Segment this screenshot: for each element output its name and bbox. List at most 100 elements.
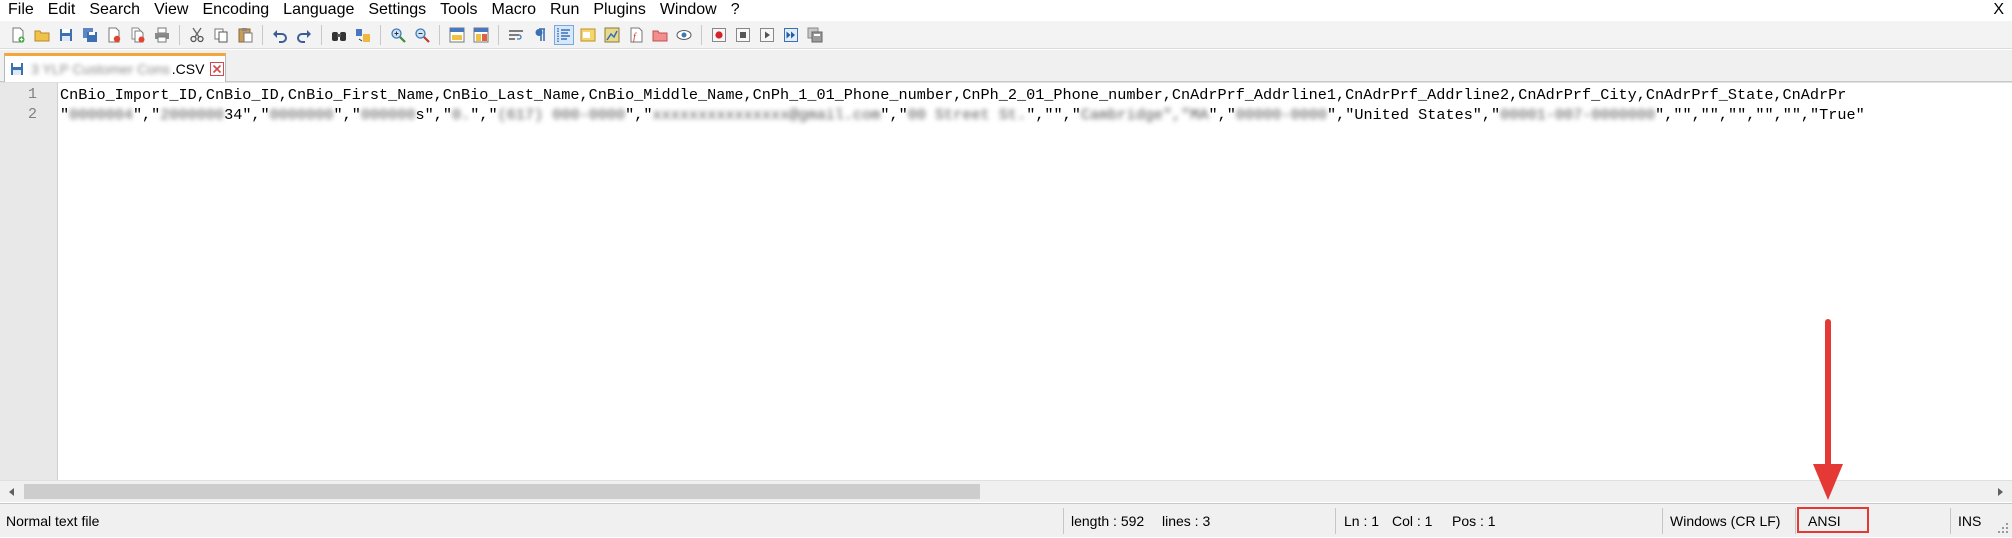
menu-bar: File Edit Search View Encoding Language …	[0, 0, 2012, 20]
text-line-1: CnBio_Import_ID,CnBio_ID,CnBio_First_Nam…	[60, 86, 1847, 104]
menu-encoding[interactable]: Encoding	[195, 0, 276, 20]
document-map-icon[interactable]	[602, 25, 622, 45]
menu-language[interactable]: Language	[276, 0, 361, 20]
menu-settings[interactable]: Settings	[361, 0, 433, 20]
menu-file[interactable]: File	[0, 0, 41, 20]
line-number: 2	[27, 106, 37, 123]
text-content[interactable]: CnBio_Import_ID,CnBio_ID,CnBio_First_Nam…	[60, 83, 2012, 481]
redacted-value: 0000004	[69, 106, 133, 124]
scroll-right-icon[interactable]	[1992, 484, 2008, 500]
status-length: length : 592	[1071, 513, 1145, 529]
cut-icon[interactable]	[187, 25, 207, 45]
tab-close-icon[interactable]	[210, 62, 225, 76]
menu-window[interactable]: Window	[653, 0, 724, 20]
status-divider	[1063, 508, 1064, 534]
toolbar-separator	[262, 24, 263, 45]
horizontal-scrollbar[interactable]	[0, 480, 2012, 502]
redacted-value: 00 Street St.	[907, 106, 1027, 124]
status-insert-mode[interactable]: INS	[1958, 504, 1981, 538]
csv-text-segment: ","","","","","","True"	[1655, 106, 1865, 124]
csv-text-segment: ","United States","	[1326, 106, 1501, 124]
play-macro-icon[interactable]	[757, 25, 777, 45]
user-defined-language-icon[interactable]	[578, 25, 598, 45]
stop-macro-icon[interactable]	[733, 25, 753, 45]
toolbar-separator	[380, 24, 381, 45]
csv-text-segment: 34","	[224, 106, 270, 124]
line-number-gutter: 1 2	[0, 83, 58, 481]
csv-text-segment: ","	[1208, 106, 1236, 124]
status-divider	[1950, 508, 1951, 534]
toolbar-separator	[439, 24, 440, 45]
tab-csv-file[interactable]: 3 YLP Customer Cons .CSV	[4, 53, 226, 82]
menu-help[interactable]: ?	[724, 0, 747, 20]
editor-area[interactable]: 1 2 CnBio_Import_ID,CnBio_ID,CnBio_First…	[0, 82, 2012, 481]
csv-text-segment: s","	[415, 106, 452, 124]
folder-workspace-icon[interactable]	[650, 25, 670, 45]
toolbar-separator	[701, 24, 702, 45]
toolbar-separator	[179, 24, 180, 45]
save-macro-icon[interactable]	[805, 25, 825, 45]
encoding-highlight-box	[1797, 507, 1869, 533]
paste-icon[interactable]	[235, 25, 255, 45]
status-divider	[1795, 508, 1796, 534]
csv-text-segment: ","","	[1026, 106, 1081, 124]
resize-grip-icon[interactable]	[1996, 521, 2010, 535]
undo-icon[interactable]	[270, 25, 290, 45]
show-all-chars-icon[interactable]	[530, 25, 550, 45]
redacted-value: 00001-007-0000000	[1500, 106, 1656, 124]
redacted-value: xxxxxxxxxxxxxxx@gmail.com	[652, 106, 881, 124]
indent-guide-icon[interactable]	[554, 24, 574, 45]
menu-view[interactable]: View	[147, 0, 195, 20]
status-eol-format[interactable]: Windows (CR LF)	[1670, 504, 1780, 538]
replace-icon[interactable]	[353, 25, 373, 45]
close-document-button[interactable]: X	[1993, 0, 2004, 20]
tab-bar: 3 YLP Customer Cons .CSV	[0, 50, 2012, 82]
zoom-out-icon[interactable]	[412, 25, 432, 45]
menu-search[interactable]: Search	[82, 0, 147, 20]
redacted-value: (617) 000-0000	[497, 106, 626, 124]
menu-macro[interactable]: Macro	[485, 0, 543, 20]
menu-tools[interactable]: Tools	[433, 0, 484, 20]
toolbar-separator	[498, 24, 499, 45]
line-number: 1	[27, 86, 37, 103]
toolbar-separator	[321, 24, 322, 45]
scroll-left-icon[interactable]	[4, 484, 20, 500]
redacted-value: 000000	[360, 106, 416, 124]
word-wrap-icon[interactable]	[506, 25, 526, 45]
text-line-2: "0000004","200000034","0000000","000000s…	[60, 105, 1865, 125]
menu-edit[interactable]: Edit	[41, 0, 83, 20]
csv-text-segment: ","	[132, 106, 161, 124]
status-divider	[1662, 508, 1663, 534]
record-macro-icon[interactable]	[709, 25, 729, 45]
find-icon[interactable]	[329, 25, 349, 45]
status-position: Pos : 1	[1452, 513, 1496, 529]
sync-horizontal-icon[interactable]	[471, 25, 491, 45]
redacted-value: 2000000	[160, 106, 225, 124]
menu-run[interactable]: Run	[543, 0, 586, 20]
save-all-icon[interactable]	[80, 25, 100, 45]
new-file-icon[interactable]	[8, 25, 28, 45]
tab-file-name: 3 YLP Customer Cons	[31, 61, 170, 77]
save-state-icon	[9, 61, 25, 77]
save-icon[interactable]	[56, 25, 76, 45]
monitoring-icon[interactable]	[674, 25, 694, 45]
redacted-value: 00000-0000	[1235, 106, 1327, 124]
toolbar: f	[0, 21, 2012, 49]
close-all-icon[interactable]	[128, 25, 148, 45]
open-file-icon[interactable]	[32, 25, 52, 45]
redacted-value: 0.	[451, 106, 471, 124]
status-line-number: Ln : 1	[1344, 513, 1380, 529]
close-icon[interactable]	[104, 25, 124, 45]
menu-plugins[interactable]: Plugins	[586, 0, 652, 20]
print-icon[interactable]	[152, 25, 172, 45]
csv-text-segment: "	[60, 106, 70, 124]
redo-icon[interactable]	[294, 25, 314, 45]
tab-file-extension: .CSV	[171, 61, 205, 77]
redacted-value: Cambridge","MA	[1080, 106, 1209, 124]
copy-icon[interactable]	[211, 25, 231, 45]
sync-vertical-icon[interactable]	[447, 25, 467, 45]
run-macro-multiple-icon[interactable]	[781, 25, 801, 45]
scrollbar-thumb[interactable]	[24, 484, 980, 499]
zoom-in-icon[interactable]	[388, 25, 408, 45]
function-list-icon[interactable]: f	[626, 25, 646, 45]
